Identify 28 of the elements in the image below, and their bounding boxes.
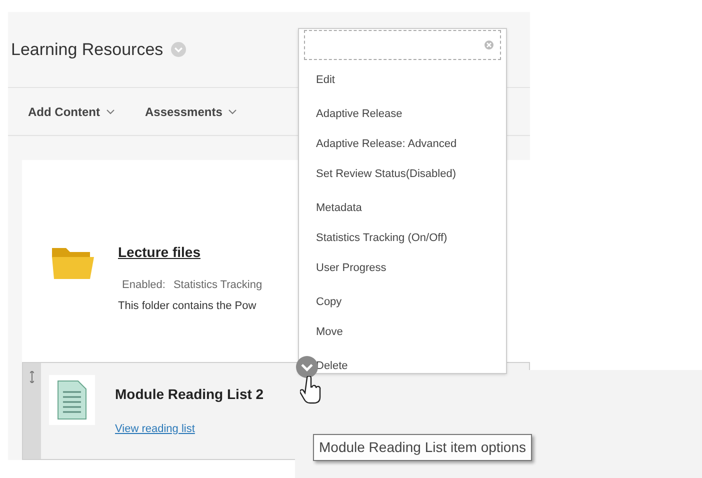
menu-item[interactable]: Move [316, 322, 501, 342]
toolbar-menu-button[interactable]: Assessments [144, 102, 238, 120]
item-description: This folder contains the Pow [118, 298, 258, 314]
page-title: Learning Resources [11, 38, 164, 61]
menu-search-field[interactable] [304, 30, 501, 60]
status-value: Statistics Tracking [173, 278, 262, 293]
menu-item[interactable]: Adaptive Release [316, 104, 501, 124]
menu-item[interactable]: User Progress [316, 258, 501, 278]
document-icon [57, 380, 87, 420]
caret-icon [228, 108, 238, 114]
chevron-circle-icon[interactable] [296, 356, 318, 378]
tooltip: Module Reading List item options [313, 434, 532, 461]
view-reading-list-link[interactable]: View reading list [115, 421, 264, 438]
menu-item[interactable]: Edit [316, 70, 501, 90]
menu-item[interactable]: Metadata [316, 198, 501, 218]
hand-cursor-icon [300, 376, 322, 404]
drag-handle-icon [30, 371, 34, 383]
menu-item[interactable]: Set Review Status(Disabled) [316, 164, 501, 184]
caret-icon [106, 108, 115, 114]
menu-item[interactable]: Adaptive Release: Advanced [316, 134, 501, 154]
item-title-link[interactable]: Lecture files [118, 242, 262, 263]
toolbar-menu-button[interactable]: Add Content [28, 102, 115, 120]
status-label: Enabled: [122, 278, 166, 293]
clear-icon[interactable] [484, 40, 494, 50]
item-title: Module Reading List 2 [115, 385, 264, 404]
menu-item[interactable]: Statistics Tracking (On/Off) [316, 228, 501, 248]
menu-item[interactable]: Copy [316, 292, 501, 312]
drag-handle[interactable] [23, 363, 41, 459]
